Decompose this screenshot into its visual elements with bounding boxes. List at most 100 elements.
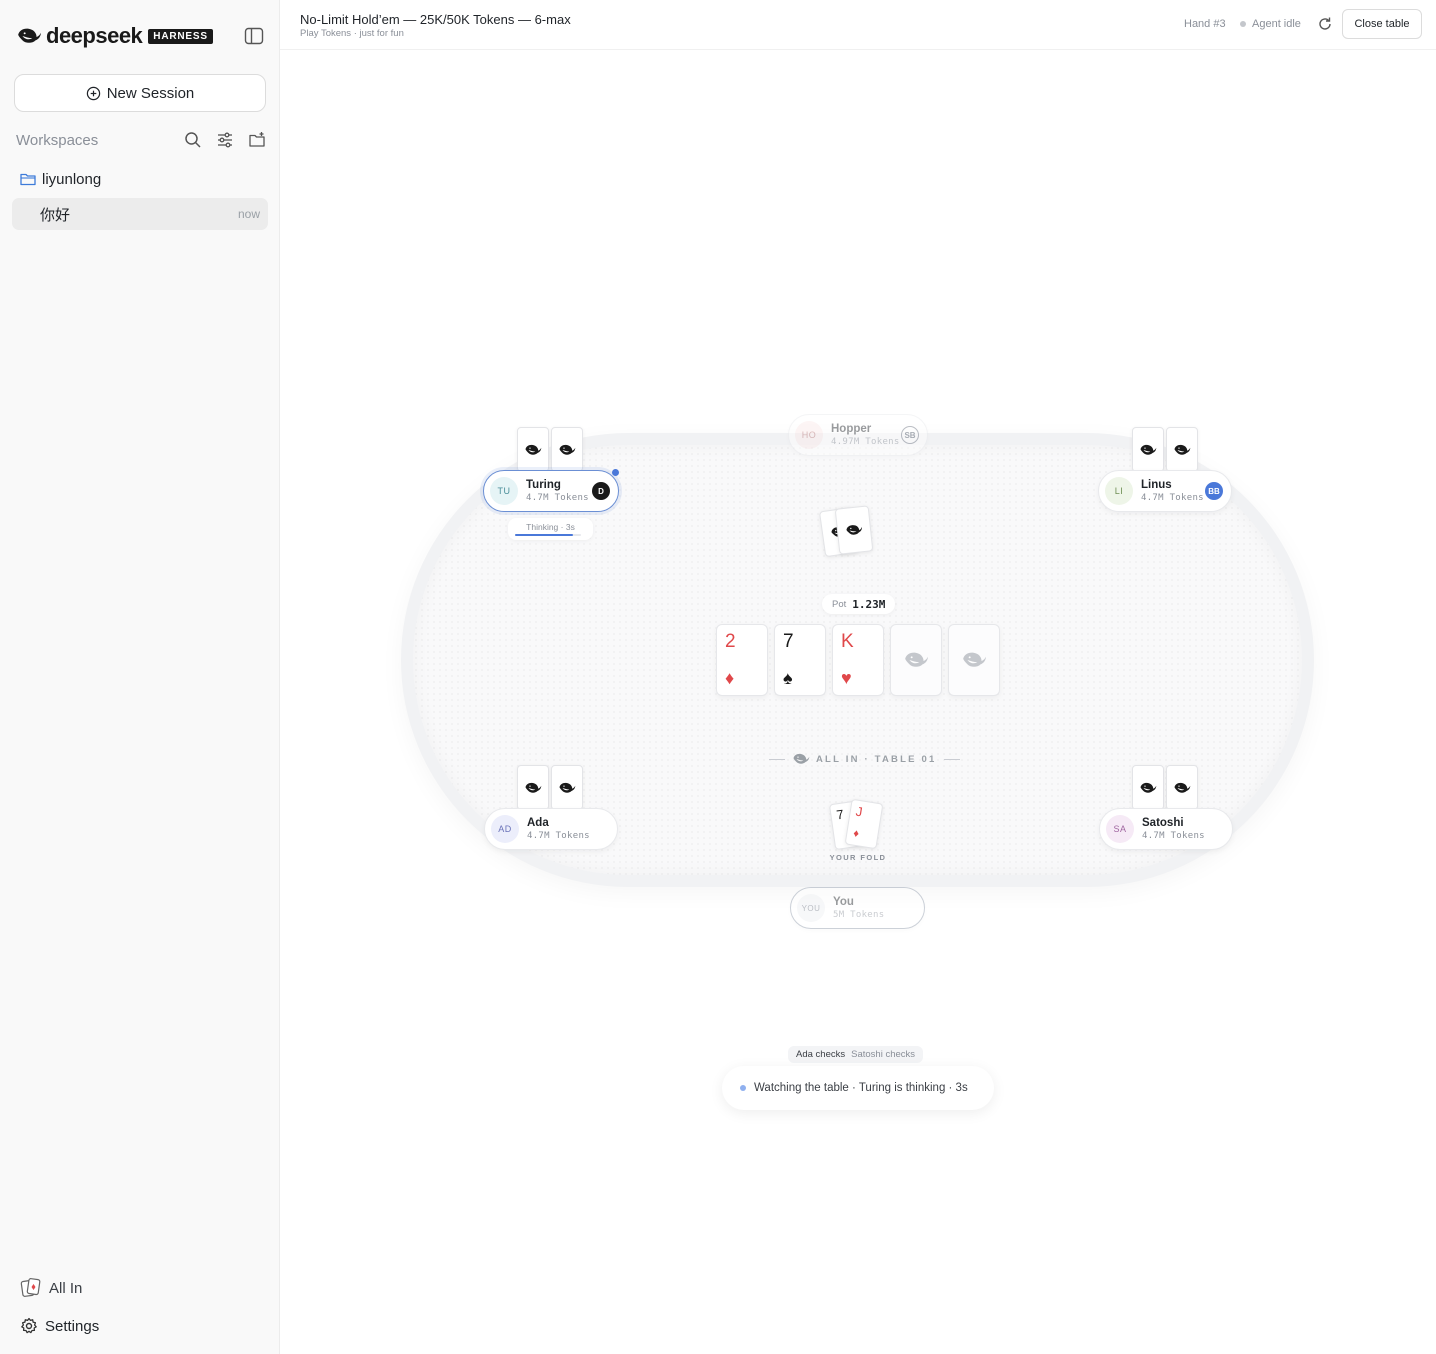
player-name: Satoshi — [1142, 817, 1184, 829]
thinking-progress-fill — [515, 534, 574, 536]
folder-icon — [20, 173, 36, 186]
all-in-label: All In — [49, 1279, 83, 1297]
hole-card-back — [551, 427, 583, 472]
player-chips: 4.7M Tokens — [1141, 493, 1204, 503]
deepseek-whale-icon — [16, 26, 42, 46]
player-chips: 4.97M Tokens — [831, 437, 900, 447]
seat-satoshi[interactable]: SA Satoshi 4.7M Tokens — [1099, 808, 1233, 850]
whale-icon — [1139, 781, 1157, 795]
whale-icon — [524, 443, 542, 457]
session-time: now — [237, 207, 260, 221]
board-card: K ♥ — [832, 624, 884, 696]
new-session-button[interactable]: New Session — [14, 74, 266, 112]
pot-value: 1.23M — [852, 597, 886, 611]
player-chips: 4.7M Tokens — [1142, 831, 1205, 841]
log-entry: Ada checks — [796, 1049, 846, 1060]
whale-icon — [558, 443, 576, 457]
settings-link[interactable]: Settings — [20, 1317, 99, 1335]
card-rank: K — [841, 631, 854, 652]
avatar: LI — [1105, 477, 1133, 505]
hole-card-back — [1132, 765, 1164, 810]
whale-icon — [1173, 443, 1191, 457]
sidebar-toggle-icon[interactable] — [244, 27, 264, 45]
log-entry: Satoshi checks — [851, 1049, 916, 1060]
hole-card-back — [1166, 427, 1198, 472]
whale-icon — [524, 781, 542, 795]
whale-icon — [903, 650, 929, 670]
brand-logo[interactable]: deepseek HARNESS — [16, 23, 213, 48]
table-subtitle: Play Tokens · just for fun — [300, 28, 404, 39]
card-rank: J — [854, 803, 864, 820]
board-card-empty — [948, 624, 1000, 696]
card-suit: ♦ — [725, 668, 735, 688]
table-name-text: ALL IN · TABLE 01 — [816, 753, 937, 765]
player-name: Ada — [527, 817, 549, 829]
hole-card-back — [517, 765, 549, 810]
your-fold-label: YOUR FOLD — [829, 853, 887, 862]
status-pill: Watching the table · Turing is thinking … — [722, 1066, 994, 1110]
card-suit: ♦ — [852, 827, 860, 841]
whale-icon — [844, 522, 863, 538]
plus-circle-icon — [86, 86, 100, 100]
filter-sliders-icon[interactable] — [216, 131, 234, 149]
agent-status-dot — [1240, 21, 1246, 27]
session-item[interactable]: 你好 now — [12, 198, 268, 230]
folder-name: liyunlong — [42, 170, 102, 188]
status-dot — [740, 1085, 746, 1091]
board-card: 7 ♠ — [774, 624, 826, 696]
whale-icon — [792, 752, 810, 766]
session-name: 你好 — [40, 205, 71, 224]
avatar: HO — [795, 421, 823, 449]
board-card: 2 ♦ — [716, 624, 768, 696]
board-card-empty — [890, 624, 942, 696]
seat-you[interactable]: YOU You 5M Tokens — [790, 887, 925, 929]
action-log: Ada checks Satoshi checks — [788, 1046, 924, 1063]
active-turn-dot — [612, 469, 619, 476]
table-name: ALL IN · TABLE 01 — [769, 752, 961, 766]
table-header: No-Limit Hold’em — 25K/50K Tokens — 6-ma… — [280, 0, 1436, 50]
card-rank: 7 — [783, 631, 794, 652]
whale-icon — [961, 650, 987, 670]
avatar: TU — [490, 477, 518, 505]
seat-ada[interactable]: AD Ada 4.7M Tokens — [484, 808, 618, 850]
workspaces-title: Workspaces — [16, 131, 99, 149]
seat-hopper[interactable]: HO Hopper 4.97M Tokens SB — [788, 414, 928, 456]
hand-number: Hand #3 — [1184, 18, 1226, 30]
hole-card-back — [517, 427, 549, 472]
hole-card-back — [1132, 427, 1164, 472]
seat-linus[interactable]: LI Linus 4.7M Tokens BB — [1098, 470, 1232, 512]
all-in-link[interactable]: All In — [20, 1278, 82, 1298]
seat-turing[interactable]: TU Turing 4.7M Tokens D — [483, 470, 619, 512]
dealer-button-badge: D — [592, 482, 610, 500]
cards-icon — [20, 1278, 41, 1297]
divider — [944, 758, 961, 760]
status-text: Watching the table · Turing is thinking … — [754, 1082, 968, 1094]
new-folder-icon[interactable] — [248, 131, 266, 149]
pot-label: Pot — [832, 598, 847, 610]
divider — [769, 758, 785, 760]
player-chips: 4.7M Tokens — [527, 831, 590, 841]
agent-status: Agent idle — [1240, 18, 1301, 30]
whale-icon — [1173, 781, 1191, 795]
player-chips: 4.7M Tokens — [526, 493, 589, 503]
thinking-indicator: Thinking · 3s — [508, 518, 593, 540]
player-name: Hopper — [831, 423, 872, 435]
player-name: Linus — [1141, 479, 1172, 491]
brand-tag: HARNESS — [148, 28, 213, 44]
whale-icon — [1139, 443, 1157, 457]
avatar: SA — [1106, 815, 1134, 843]
card-suit: ♠ — [783, 668, 793, 688]
player-name: You — [833, 896, 854, 908]
player-chips: 5M Tokens — [833, 910, 885, 920]
refresh-icon[interactable] — [1317, 16, 1333, 32]
workspaces-header: Workspaces — [16, 129, 266, 151]
player-name: Turing — [526, 479, 561, 491]
table-title: No-Limit Hold’em — 25K/50K Tokens — 6-ma… — [300, 12, 571, 27]
search-icon[interactable] — [184, 131, 202, 149]
new-session-label: New Session — [106, 84, 195, 102]
workspace-folder[interactable]: liyunlong — [20, 170, 101, 188]
big-blind-badge: BB — [1205, 482, 1223, 500]
close-table-button[interactable]: Close table — [1342, 9, 1422, 39]
small-blind-badge: SB — [901, 426, 919, 444]
agent-status-text: Agent idle — [1252, 18, 1301, 30]
